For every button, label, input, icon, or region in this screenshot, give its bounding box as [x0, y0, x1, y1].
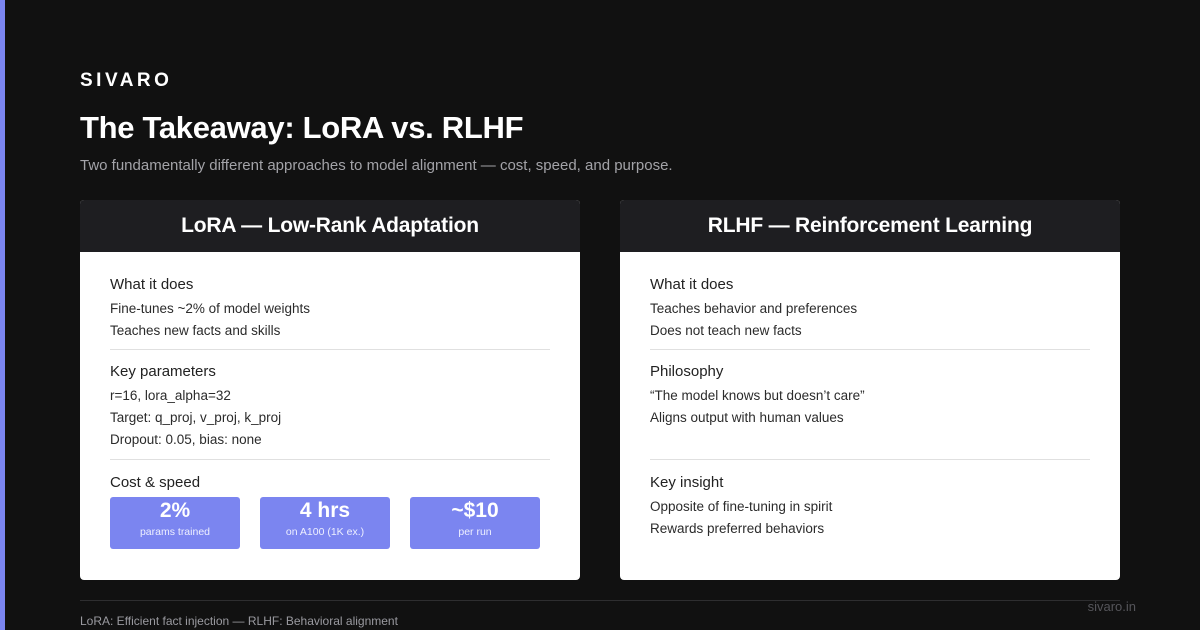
section-heading: Philosophy — [650, 363, 724, 380]
lora-section-what-it-does: What it does Fine-tunes ~2% of model wei… — [110, 252, 550, 350]
lora-section-key-parameters: Key parameters r=16, lora_alpha=32 Targe… — [110, 350, 550, 460]
rlhf-section-what-it-does: What it does Teaches behavior and prefer… — [650, 252, 1090, 350]
lora-card-body: What it does Fine-tunes ~2% of model wei… — [80, 252, 580, 549]
section-line: Rewards preferred behaviors — [650, 521, 825, 536]
accent-bar — [0, 0, 5, 630]
rlhf-card-header: RLHF — Reinforcement Learning — [620, 200, 1120, 252]
footer-site-link[interactable]: sivaro.in — [1088, 599, 1136, 614]
rlhf-card-body: What it does Teaches behavior and prefer… — [620, 252, 1120, 540]
section-heading: What it does — [110, 276, 194, 293]
footer-caption: LoRA: Efficient fact injection — RLHF: B… — [80, 614, 398, 628]
rlhf-section-philosophy: Philosophy “The model knows but doesn’t … — [650, 350, 1090, 460]
section-heading: What it does — [650, 276, 734, 293]
section-line: r=16, lora_alpha=32 — [110, 388, 231, 403]
section-heading: Key parameters — [110, 363, 216, 380]
section-line: Dropout: 0.05, bias: none — [110, 432, 262, 447]
lora-card: LoRA — Low-Rank Adaptation What it does … — [80, 200, 580, 580]
stat-tile-params: 2% params trained — [110, 497, 240, 549]
stat-tile-cost: ~$10 per run — [410, 497, 540, 549]
stat-label: per run — [458, 526, 492, 538]
section-line: “The model knows but doesn’t care” — [650, 388, 865, 403]
footer-divider — [80, 600, 1120, 601]
section-line: Does not teach new facts — [650, 323, 802, 338]
stat-tile-time: 4 hrs on A100 (1K ex.) — [260, 497, 390, 549]
stat-value: 2% — [159, 499, 191, 522]
page-subtitle: Two fundamentally different approaches t… — [80, 157, 673, 174]
section-line: Fine-tunes ~2% of model weights — [110, 301, 310, 316]
stat-value: ~$10 — [451, 499, 499, 522]
stat-value: 4 hrs — [299, 499, 351, 522]
lora-card-header: LoRA — Low-Rank Adaptation — [80, 200, 580, 252]
rlhf-card: RLHF — Reinforcement Learning What it do… — [620, 200, 1120, 580]
section-line: Teaches new facts and skills — [110, 323, 281, 338]
stat-label: on A100 (1K ex.) — [285, 526, 365, 538]
section-line: Opposite of fine-tuning in spirit — [650, 499, 833, 514]
section-line: Aligns output with human values — [650, 410, 844, 425]
brand-logo: SIVARO — [80, 70, 173, 91]
section-line: Teaches behavior and preferences — [650, 301, 858, 316]
stats-row: 2% params trained 4 hrs on A100 (1K ex.)… — [110, 497, 550, 549]
section-line: Target: q_proj, v_proj, k_proj — [110, 410, 282, 425]
section-heading: Cost & speed — [110, 474, 201, 491]
section-heading: Key insight — [650, 474, 724, 491]
lora-section-cost-speed: Cost & speed 2% params trained 4 hrs on … — [110, 460, 550, 549]
rlhf-section-key-insight: Key insight Opposite of fine-tuning in s… — [650, 460, 1090, 540]
page-title: The Takeaway: LoRA vs. RLHF — [80, 110, 524, 145]
stat-label: params trained — [139, 526, 211, 538]
